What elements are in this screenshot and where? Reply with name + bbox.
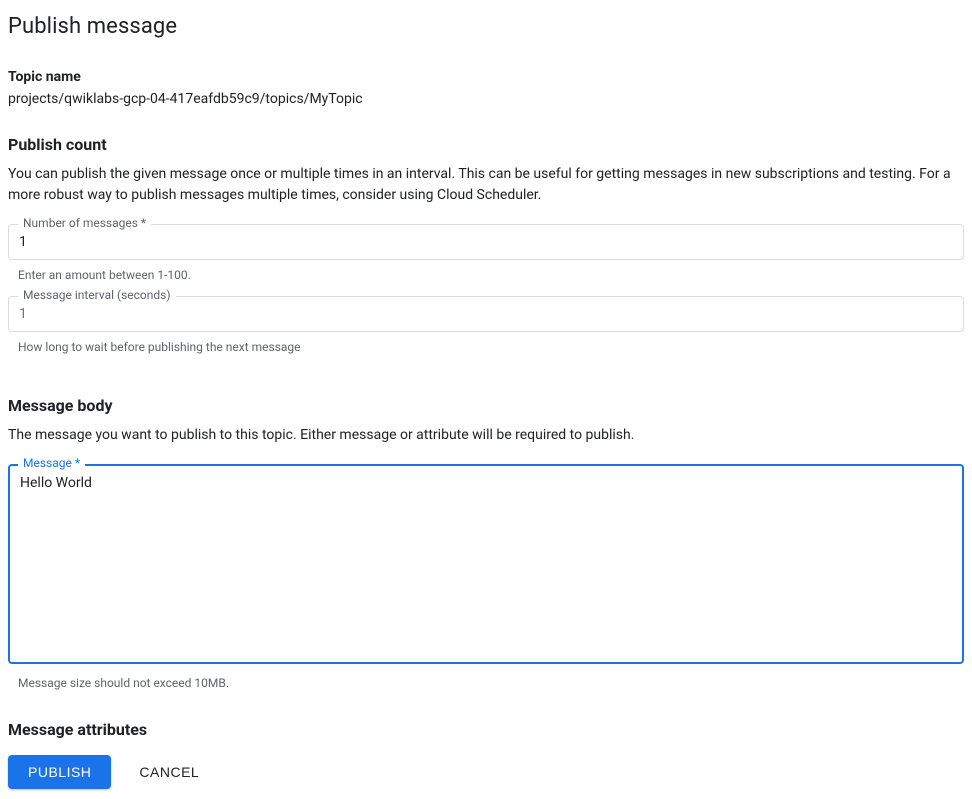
message-label: Message * bbox=[18, 456, 85, 470]
footer-bar: Publish Cancel bbox=[0, 745, 972, 797]
topic-name-label: Topic name bbox=[8, 69, 964, 85]
num-messages-helper: Enter an amount between 1-100. bbox=[8, 268, 964, 282]
message-input[interactable] bbox=[8, 464, 964, 664]
publish-button[interactable]: Publish bbox=[8, 755, 111, 789]
cancel-button[interactable]: Cancel bbox=[135, 755, 203, 789]
message-interval-label: Message interval (seconds) bbox=[18, 288, 176, 302]
message-body-heading: Message body bbox=[8, 396, 964, 415]
message-body-description: The message you want to publish to this … bbox=[8, 425, 964, 446]
topic-name-value: projects/qwiklabs-gcp-04-417eafdb59c9/to… bbox=[8, 91, 964, 107]
num-messages-label: Number of messages * bbox=[18, 216, 151, 230]
message-attributes-heading: Message attributes bbox=[8, 720, 964, 739]
page-title: Publish message bbox=[8, 14, 964, 39]
publish-count-heading: Publish count bbox=[8, 135, 964, 154]
message-field: Message * bbox=[8, 464, 964, 668]
num-messages-field: Number of messages * bbox=[8, 224, 964, 260]
message-helper: Message size should not exceed 10MB. bbox=[8, 676, 964, 690]
num-messages-input[interactable] bbox=[8, 224, 964, 260]
message-interval-field: Message interval (seconds) bbox=[8, 296, 964, 332]
message-interval-helper: How long to wait before publishing the n… bbox=[8, 340, 964, 354]
publish-count-description: You can publish the given message once o… bbox=[8, 164, 964, 206]
